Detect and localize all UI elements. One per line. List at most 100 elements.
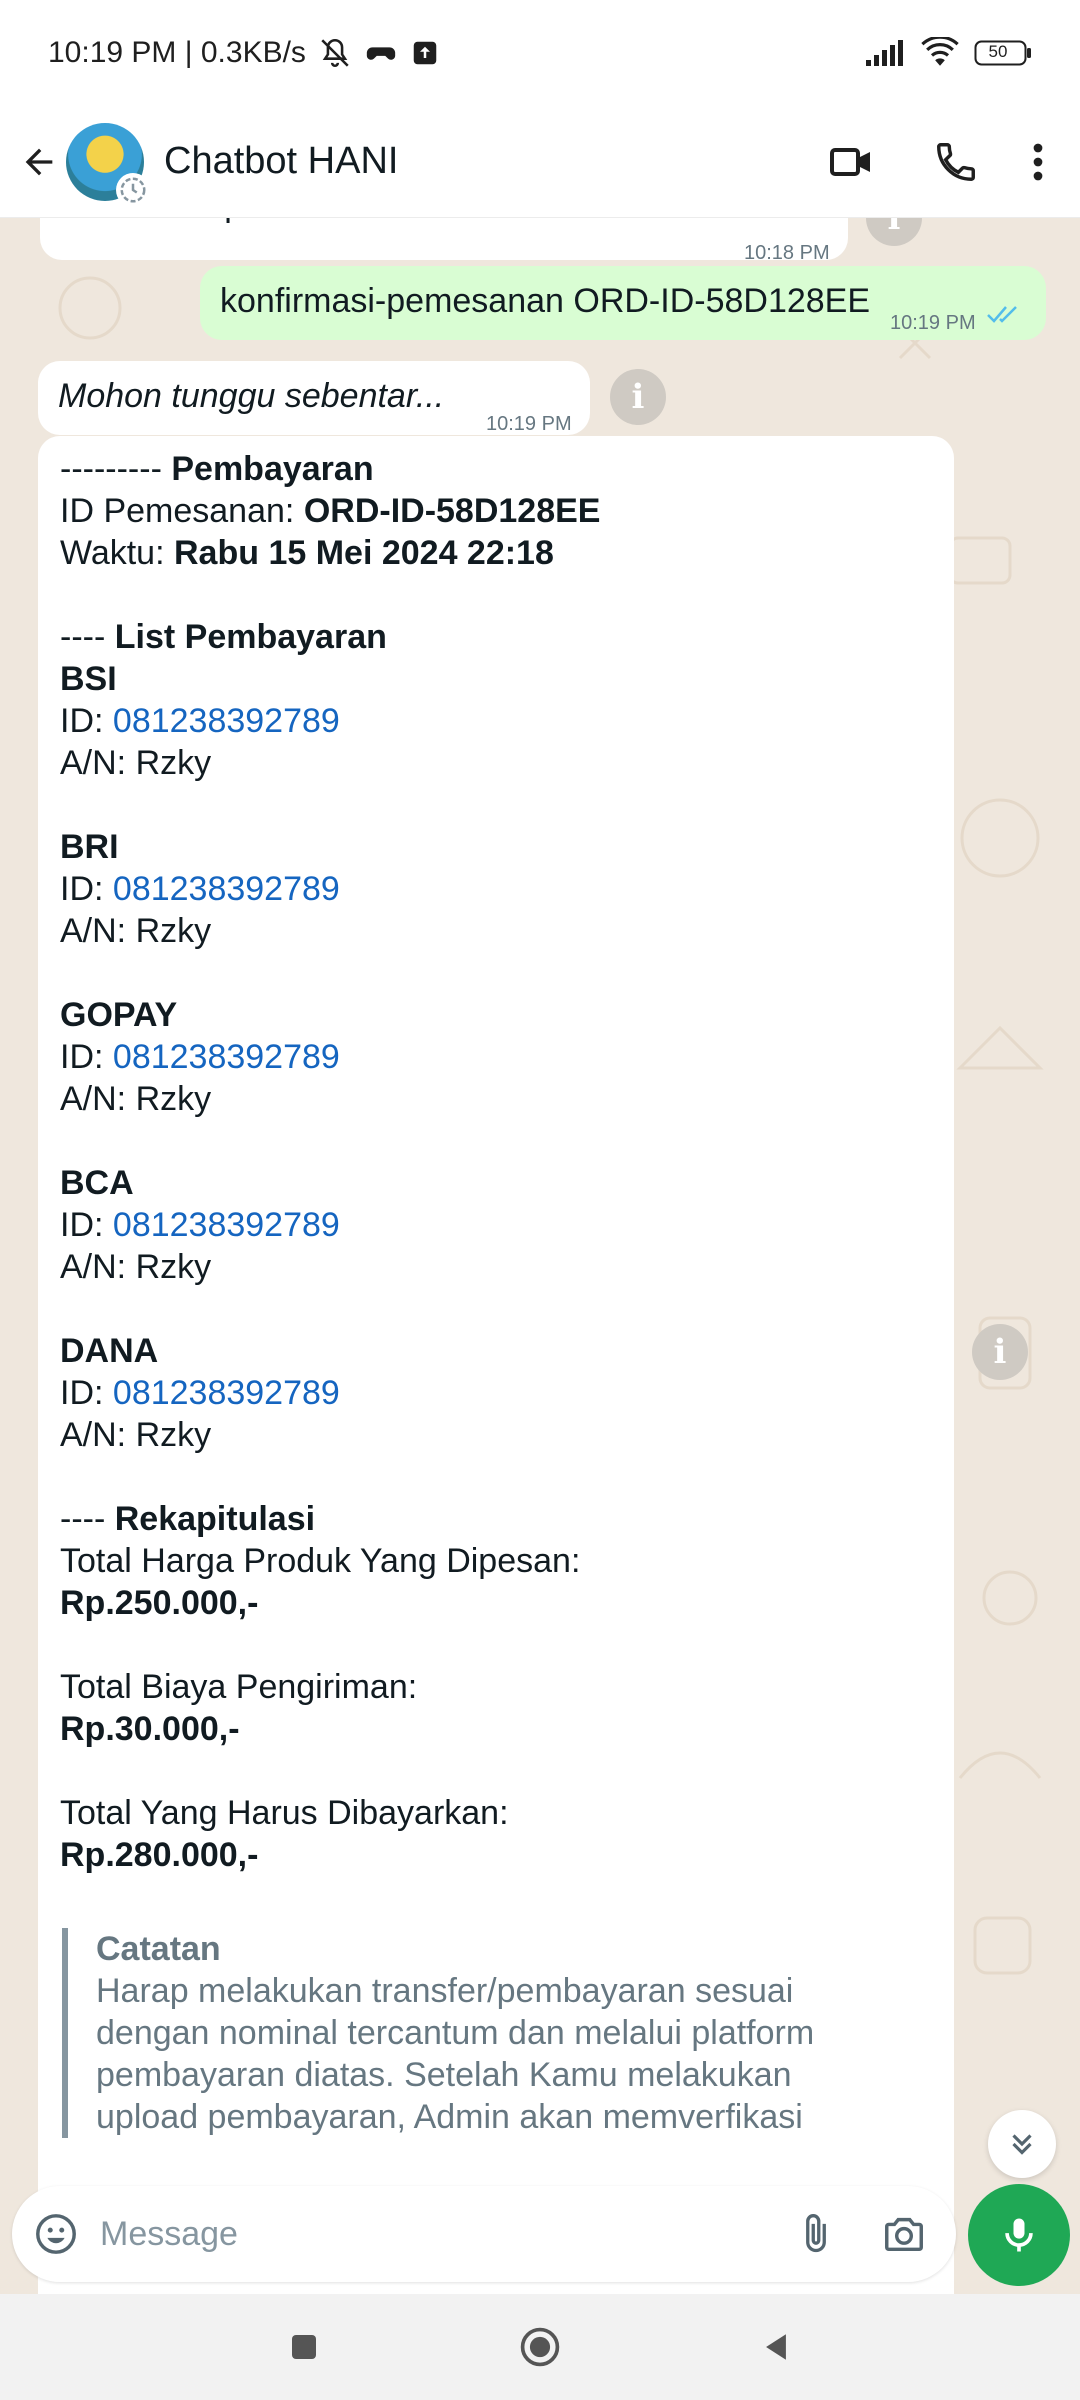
id-label: ID: (60, 1374, 104, 1412)
message-bubble-waiting[interactable]: Mohon tunggu sebentar... 10:19 PM (38, 361, 590, 435)
id-label: ID: (60, 870, 104, 908)
phone-link[interactable]: 081238392789 (113, 1038, 340, 1076)
status-left: 10:19 PM | 0.3KB/s (48, 36, 440, 70)
id-label: ID: (60, 702, 104, 740)
id-label: ID: (60, 1038, 104, 1076)
note-quote: Catatan Harap melakukan transfer/pembaya… (62, 1928, 932, 2138)
phone-link[interactable]: 081238392789 (113, 870, 340, 908)
note-title: Catatan (96, 1930, 221, 1968)
method-id-line: ID: 081238392789 (60, 1204, 932, 1246)
note-line: Harap melakukan transfer/pembayaran sesu… (96, 1972, 794, 2010)
order-time-line: Waktu: Rabu 15 Mei 2024 22:18 (60, 532, 932, 574)
method-id-line: ID: 081238392789 (60, 1372, 932, 1414)
method-name-text: DANA (60, 1332, 159, 1370)
time-label: Waktu: (60, 534, 165, 572)
battery-level: 50 (988, 42, 1008, 61)
status-bar: 10:19 PM | 0.3KB/s (0, 0, 1080, 106)
message-bubble-outgoing[interactable]: konfirmasi-pemesanan ORD-ID-58D128EE 10:… (200, 266, 1046, 340)
voice-call-button[interactable] (904, 106, 1008, 218)
back-arrow-icon (25, 148, 53, 175)
method-holder: A/N: Rzky (60, 1248, 212, 1286)
back-button[interactable] (4, 106, 74, 218)
info-icon: i (631, 377, 645, 417)
recap-title: Rekapitulasi (114, 1500, 316, 1538)
message-text: Mohon tunggu sebentar... (58, 377, 445, 415)
chat-area[interactable]: konfirmasi-pemesanan ORD-ID-58D128EE 10:… (0, 218, 1080, 2294)
app-bar: Chatbot HANI (0, 106, 1080, 218)
list-header: ---- List Pembayaran (60, 616, 932, 658)
message-bubble-cut-off[interactable]: konfirmasi-pemesanan ORD-ID-58D128EE 10:… (40, 218, 848, 264)
list-title: List Pembayaran (114, 618, 387, 656)
info-icon: i (993, 1332, 1007, 1372)
order-id: ORD-ID-58D128EE (303, 492, 601, 530)
method-id-line: ID: 081238392789 (60, 1036, 932, 1078)
recent-apps-button[interactable] (186, 2294, 422, 2400)
info-icon: i (887, 218, 901, 238)
header-prefix: --------- (60, 450, 162, 488)
method-name-text: BSI (60, 660, 117, 698)
phone-link[interactable]: 081238392789 (113, 702, 340, 740)
phone-link[interactable]: 081238392789 (113, 1206, 340, 1244)
recap-value: Rp.30.000,- (60, 1708, 932, 1750)
voice-message-button[interactable] (968, 2184, 1070, 2286)
wifi-icon (920, 37, 960, 69)
info-button[interactable]: i (610, 369, 666, 425)
recap-header: ---- Rekapitulasi (60, 1498, 932, 1540)
list-prefix: ---- (60, 618, 106, 656)
method-id-line: ID: 081238392789 (60, 700, 932, 742)
method-name: DANA (60, 1330, 932, 1372)
video-call-icon (830, 147, 870, 176)
recent-apps-icon (292, 2335, 316, 2359)
payment-header: --------- Pembayaran (60, 448, 932, 490)
emoji-button[interactable] (12, 2186, 100, 2282)
method-holder: A/N: Rzky (60, 1080, 212, 1118)
message-time: 10:19 PM (890, 312, 976, 334)
recap-prefix: ---- (60, 1500, 106, 1538)
home-button[interactable] (422, 2294, 658, 2400)
recap-label: Total Harga Produk Yang Dipesan: (60, 1542, 581, 1580)
chat-title[interactable]: Chatbot HANI (164, 140, 398, 183)
upload-icon (410, 38, 440, 68)
phone-link[interactable]: 081238392789 (113, 1374, 340, 1412)
double-chevron-down-icon (1012, 2134, 1032, 2155)
method-holder: A/N: Rzky (60, 1416, 212, 1454)
method-holder: A/N: Rzky (60, 912, 212, 950)
method-name: BSI (60, 658, 932, 700)
method-name: GOPAY (60, 994, 932, 1036)
message-composer (12, 2186, 956, 2282)
attach-icon (806, 2214, 826, 2253)
note-line: pembayaran diatas. Setelah Kamu melakuka… (96, 2056, 792, 2094)
recap-value-text: Rp.250.000,- (60, 1584, 259, 1622)
voice-call-icon (937, 142, 975, 181)
app-actions (800, 106, 1068, 218)
method-name-text: BCA (60, 1164, 134, 1202)
order-id-line: ID Pemesanan: ORD-ID-58D128EE (60, 490, 932, 532)
more-options-icon (1033, 143, 1043, 180)
header-title: Pembayaran (171, 450, 374, 488)
nav-back-button[interactable] (658, 2294, 894, 2400)
more-options-button[interactable] (1008, 106, 1068, 218)
emoji-icon (36, 2214, 76, 2254)
avatar[interactable] (66, 122, 150, 207)
system-nav-bar (0, 2294, 1080, 2400)
method-name: BCA (60, 1162, 932, 1204)
info-button[interactable]: i (972, 1324, 1028, 1380)
method-name-text: GOPAY (60, 996, 178, 1034)
signal-icon (864, 38, 906, 68)
method-name: BRI (60, 826, 932, 868)
method-holder: A/N: Rzky (60, 744, 212, 782)
back-icon (766, 2334, 786, 2360)
method-name-text: BRI (60, 828, 119, 866)
camera-button[interactable] (860, 2186, 948, 2282)
mic-icon (1005, 2218, 1033, 2252)
recap-value-text: Rp.280.000,- (60, 1836, 259, 1874)
scroll-to-bottom-button[interactable] (988, 2110, 1056, 2178)
message-input[interactable] (100, 2186, 772, 2282)
id-label: ID: (60, 1206, 104, 1244)
attach-button[interactable] (772, 2186, 860, 2282)
note-line: dengan nominal tercantum dan melalui pla… (96, 2014, 815, 2052)
method-id-line: ID: 081238392789 (60, 868, 932, 910)
message-text: konfirmasi-pemesanan ORD-ID-58D128EE (220, 282, 871, 320)
video-call-button[interactable] (800, 106, 904, 218)
message-bubble-payment[interactable]: --------- Pembayaran ID Pemesanan: ORD-I… (38, 436, 954, 2294)
